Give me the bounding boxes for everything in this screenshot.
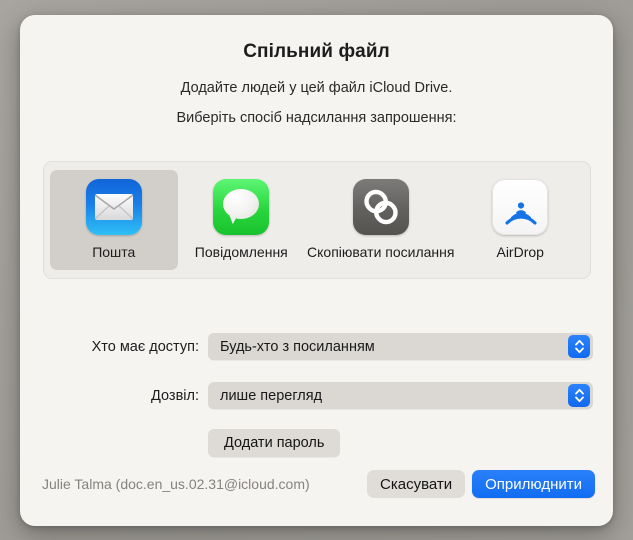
share-methods-panel: Пошта Повідомлення Скопіювати посилання … [43, 161, 591, 279]
share-method-label: Скопіювати посилання [307, 244, 455, 260]
share-file-dialog: Спільний файл Додайте людей у цей файл i… [20, 15, 613, 526]
account-info: Julie Talma (doc.en_us.02.31@icloud.com) [42, 476, 310, 492]
permission-popup-value: лише перегляд [220, 387, 323, 404]
chevron-updown-icon[interactable] [568, 335, 590, 358]
permission-popup-button[interactable]: лише перегляд [208, 382, 593, 409]
access-popup-value: Будь-хто з посиланням [220, 338, 375, 355]
share-method-airdrop[interactable]: AirDrop [456, 170, 584, 270]
chevron-updown-icon[interactable] [568, 384, 590, 407]
messages-icon [213, 179, 270, 235]
airdrop-icon [492, 179, 549, 235]
permission-row: Дозвіл: лише перегляд [20, 382, 613, 409]
share-method-label: Повідомлення [194, 244, 288, 260]
share-method-messages[interactable]: Повідомлення [178, 170, 306, 270]
link-icon [352, 179, 409, 235]
cancel-button[interactable]: Скасувати [367, 470, 466, 498]
dialog-instruction: Виберіть спосіб надсилання запрошення: [176, 110, 457, 126]
publish-button[interactable]: Оприлюднити [472, 470, 595, 498]
add-password-button[interactable]: Додати пароль [208, 429, 341, 457]
dialog-subtitle: Додайте людей у цей файл iCloud Drive. [180, 80, 453, 96]
page-title: Спільний файл [243, 41, 390, 62]
access-row: Хто має доступ: Будь-хто з посиланням [20, 333, 613, 360]
access-popup-button[interactable]: Будь-хто з посиланням [208, 333, 593, 360]
dialog-footer: Julie Talma (doc.en_us.02.31@icloud.com)… [20, 470, 613, 498]
permission-label: Дозвіл: [151, 387, 199, 404]
share-method-mail[interactable]: Пошта [50, 170, 178, 270]
share-method-label: AirDrop [496, 244, 544, 260]
access-label: Хто має доступ: [91, 338, 199, 355]
share-method-copy-link[interactable]: Скопіювати посилання [305, 170, 456, 270]
mail-icon [85, 179, 142, 235]
share-method-label: Пошта [92, 244, 136, 260]
